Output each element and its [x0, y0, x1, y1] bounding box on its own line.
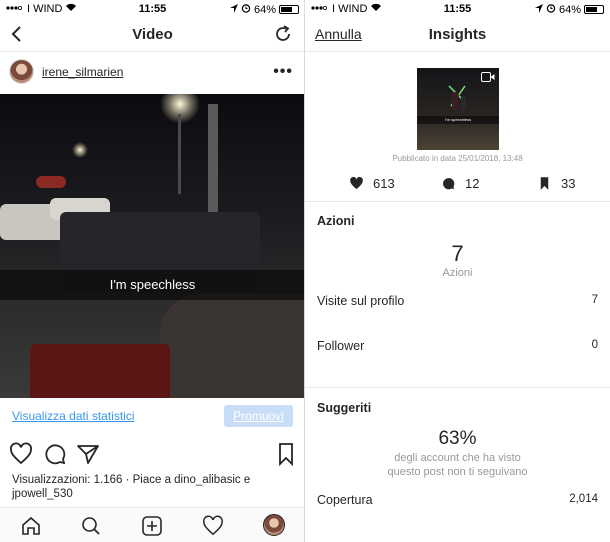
battery-icon	[584, 5, 604, 14]
likes-count: 613	[349, 176, 395, 191]
heart-icon[interactable]	[9, 442, 33, 466]
alarm-icon	[546, 3, 556, 16]
more-options-icon[interactable]: •••	[273, 63, 293, 81]
activity-heart-icon[interactable]	[202, 515, 224, 537]
follower-value: 0	[591, 339, 598, 351]
avatar[interactable]	[9, 59, 34, 84]
home-icon[interactable]	[20, 515, 42, 537]
lamp-pole	[208, 104, 218, 214]
actions-total: 7	[451, 241, 464, 266]
post-thumbnail: I'm speechless	[417, 68, 499, 150]
page-title: Video	[132, 26, 173, 43]
heart-filled-icon	[350, 176, 363, 190]
section-divider	[305, 387, 610, 388]
likes-value: 613	[373, 176, 395, 191]
comments-count: 12	[441, 176, 479, 191]
engagement-counts: 613 12 33	[305, 176, 610, 196]
comment-filled-icon	[443, 178, 455, 190]
street-light	[72, 142, 88, 158]
car-shape	[36, 176, 66, 188]
follower-label: Follower	[317, 339, 365, 353]
page-title: Insights	[428, 26, 487, 43]
battery-percent: 64%	[253, 3, 276, 16]
add-post-icon[interactable]	[141, 515, 163, 537]
promote-button[interactable]: Promuovi	[224, 405, 293, 427]
video-caption: I'm speechless	[0, 270, 305, 300]
car-shape	[160, 294, 305, 398]
profile-visits-value: 7	[591, 294, 598, 306]
profile-tab-avatar[interactable]	[263, 514, 285, 536]
views-and-likes: Visualizzazioni: 1.166 · Piace a dino_al…	[12, 474, 251, 500]
search-icon[interactable]	[80, 515, 102, 537]
comment-icon[interactable]	[43, 442, 67, 466]
share-icon[interactable]	[76, 442, 100, 466]
post-actions	[0, 442, 305, 468]
profile-visits-label: Visite sul profilo	[317, 294, 405, 308]
saves-count: 33	[537, 176, 575, 191]
bottom-tab-bar	[0, 507, 305, 542]
nav-bar: Annulla Insights	[305, 18, 610, 52]
section-divider	[305, 201, 610, 202]
reach-label: Copertura	[317, 493, 373, 507]
published-date: Pubblicato in data 25/01/2018, 13:48	[392, 154, 523, 163]
refresh-icon[interactable]	[273, 24, 293, 44]
video-screen: I WIND 11:55 64% Video irene_silmarien •…	[0, 0, 305, 542]
alarm-icon	[241, 3, 251, 16]
post-header: irene_silmarien •••	[0, 56, 305, 90]
location-icon	[534, 3, 543, 16]
username-link[interactable]: irene_silmarien	[42, 65, 123, 79]
lamp-pole	[178, 114, 181, 194]
status-right: 64%	[229, 3, 299, 16]
insights-screen: I WIND 11:55 64% Annulla Insights I'm sp…	[305, 0, 610, 542]
suggested-section-title: Suggeriti	[317, 401, 372, 415]
thumbnail-caption: I'm speechless	[417, 116, 499, 124]
location-icon	[229, 3, 238, 16]
percent-desc-line1: degli account che ha visto	[394, 452, 521, 464]
actions-total-label: Azioni	[442, 267, 473, 279]
status-bar: I WIND 11:55 64%	[0, 0, 305, 18]
status-right: 64%	[534, 3, 604, 16]
bookmark-icon[interactable]	[274, 442, 298, 466]
view-insights-link[interactable]: Visualizza dati statistici	[12, 409, 135, 423]
video-camera-icon	[481, 72, 495, 82]
actions-section-title: Azioni	[317, 214, 355, 228]
bookmark-filled-icon	[540, 177, 549, 190]
car-shape	[30, 344, 170, 398]
nav-bar: Video	[0, 18, 305, 52]
thumbnail-figures	[448, 85, 466, 110]
saves-value: 33	[561, 176, 576, 191]
battery-percent: 64%	[558, 3, 581, 16]
comments-value: 12	[465, 176, 480, 191]
video-player[interactable]: I'm speechless	[0, 94, 305, 398]
non-follower-percent: 63%	[438, 428, 477, 449]
percent-desc-line2: questo post non ti seguivano	[387, 466, 528, 478]
reach-value: 2,014	[569, 493, 598, 505]
status-bar: I WIND 11:55 64%	[305, 0, 610, 18]
battery-icon	[279, 5, 299, 14]
stats-row: Visualizza dati statistici Promuovi	[0, 403, 305, 429]
